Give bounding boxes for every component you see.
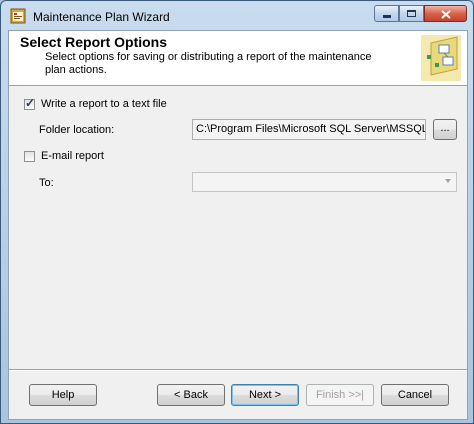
write-report-checkbox[interactable]: ✓ <box>24 96 36 110</box>
write-report-label: Write a report to a text file <box>41 98 167 110</box>
browse-button[interactable]: ... <box>433 119 457 140</box>
close-icon <box>441 10 451 19</box>
wizard-header: Select Report Options Select options for… <box>9 31 467 86</box>
help-button[interactable]: Help <box>29 384 97 406</box>
finish-button[interactable]: Finish >>| <box>306 384 374 406</box>
folder-location-label: Folder location: <box>39 124 115 136</box>
email-report-checkbox[interactable] <box>24 151 35 162</box>
cancel-button[interactable]: Cancel <box>381 384 449 406</box>
caption-buttons <box>374 5 467 23</box>
maximize-icon <box>407 10 416 17</box>
minimize-button[interactable] <box>374 5 399 22</box>
wizard-client-area: Select Report Options Select options for… <box>8 30 468 420</box>
window-title: Maintenance Plan Wizard <box>33 10 170 24</box>
email-report-label: E-mail report <box>41 150 104 162</box>
back-button[interactable]: < Back <box>157 384 225 406</box>
to-label: To: <box>39 177 54 189</box>
close-button[interactable] <box>424 5 467 22</box>
wizard-header-graphic <box>421 35 461 81</box>
minimize-icon <box>383 15 391 18</box>
checkmark-icon: ✓ <box>25 96 36 110</box>
page-title: Select Report Options <box>20 34 168 50</box>
dropdown-arrow-icon <box>445 179 451 183</box>
page-subtitle: Select options for saving or distributin… <box>45 51 372 76</box>
to-operator-select[interactable] <box>192 172 457 192</box>
next-button[interactable]: Next > <box>231 384 299 406</box>
wizard-window: Maintenance Plan Wizard Select Report Op… <box>0 0 474 424</box>
folder-location-input[interactable]: C:\Program Files\Microsoft SQL Server\MS… <box>192 119 426 140</box>
title-bar[interactable]: Maintenance Plan Wizard <box>1 1 473 29</box>
wizard-app-icon <box>10 8 26 24</box>
footer-separator <box>9 369 467 371</box>
maximize-button[interactable] <box>399 5 424 22</box>
